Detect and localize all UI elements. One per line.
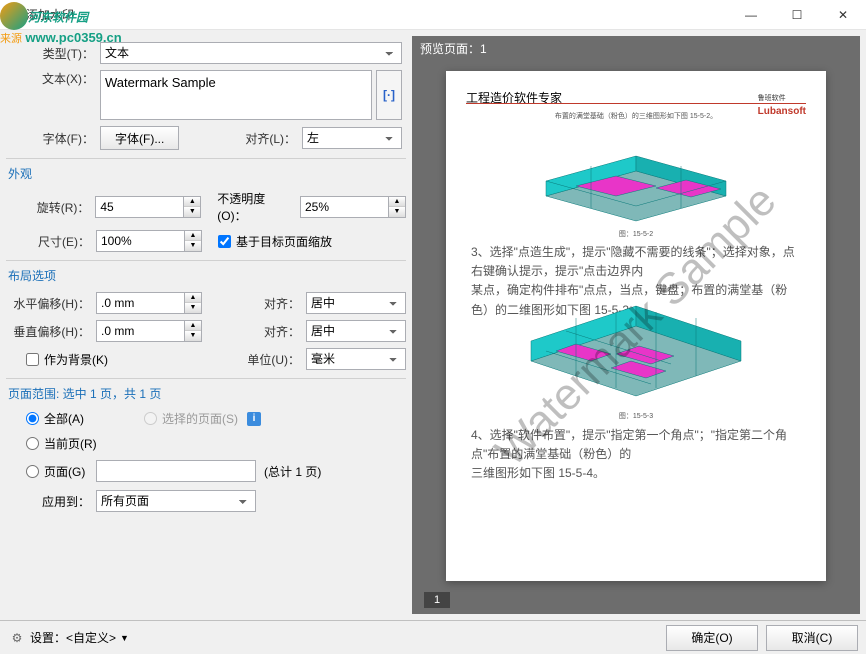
size-input[interactable] <box>96 230 184 252</box>
applyto-label: 应用到： <box>26 493 96 510</box>
opacity-up[interactable]: ▲ <box>389 197 405 207</box>
info-icon[interactable]: i <box>247 412 261 426</box>
background-checkbox-label: 作为背景(K) <box>44 351 108 368</box>
footer-bar: ⚙ 设置：<自定义> ▼ 确定(O) 取消(C) <box>0 620 866 654</box>
hoffset-input[interactable] <box>96 292 184 314</box>
rotate-input[interactable] <box>95 196 183 218</box>
background-checkbox[interactable]: 作为背景(K) <box>26 351 108 368</box>
pagerange-section-title: 页面范围: 选中 1 页，共 1 页 <box>6 385 406 402</box>
font-button[interactable]: 字体(F)... <box>100 126 179 150</box>
size-up[interactable]: ▲ <box>185 231 201 241</box>
radio-pages[interactable]: 页面(G) <box>26 463 96 480</box>
layout-section-title: 布局选项 <box>6 267 406 284</box>
align-label: 对齐(L)： <box>232 130 302 147</box>
font-label: 字体(F)： <box>10 130 100 147</box>
scale-checkbox[interactable]: 基于目标页面缩放 <box>218 233 332 250</box>
cancel-button[interactable]: 取消(C) <box>766 625 858 651</box>
watermark-text-input[interactable]: Watermark Sample <box>100 70 372 120</box>
size-label: 尺寸(E)： <box>6 233 96 250</box>
ok-button[interactable]: 确定(O) <box>666 625 758 651</box>
valign-select[interactable]: 居中 <box>306 320 406 342</box>
opacity-label: 不透明度(O)： <box>217 190 300 224</box>
close-button[interactable]: ✕ <box>820 0 866 30</box>
figure-1 <box>526 126 746 226</box>
app-icon <box>4 7 20 23</box>
size-down[interactable]: ▼ <box>185 241 201 251</box>
minimize-button[interactable]: — <box>728 0 774 30</box>
rotate-up[interactable]: ▲ <box>184 197 200 207</box>
rotate-spinner[interactable]: ▲▼ <box>95 196 201 218</box>
opacity-spinner[interactable]: ▲▼ <box>300 196 406 218</box>
doc-divider <box>466 103 806 104</box>
rotate-label: 旋转(R)： <box>6 199 95 216</box>
applyto-select[interactable]: 所有页面 <box>96 490 256 512</box>
opacity-down[interactable]: ▼ <box>389 207 405 217</box>
unit-select[interactable]: 毫米 <box>306 348 406 370</box>
window-title: 添加水印 <box>26 6 74 23</box>
preview-page: 工程造价软件专家 鲁班软件Lubansoft 布置的满堂基础（粉色）的三维图形如… <box>446 71 826 581</box>
preview-area: 工程造价软件专家 鲁班软件Lubansoft 布置的满堂基础（粉色）的三维图形如… <box>412 61 860 614</box>
voffset-label: 垂直偏移(H)： <box>6 323 96 340</box>
title-bar: 添加水印 — ☐ ✕ <box>0 0 866 30</box>
settings-chevron-icon[interactable]: ▼ <box>120 633 129 643</box>
valign-label: 对齐： <box>236 323 306 340</box>
hoffset-label: 水平偏移(H)： <box>6 295 96 312</box>
radio-selected: 选择的页面(S) i <box>144 410 261 427</box>
preview-header: 预览页面：1 <box>412 36 860 61</box>
hoffset-spinner[interactable]: ▲▼ <box>96 292 202 314</box>
radio-all[interactable]: 全部(A) <box>26 410 84 427</box>
type-label: 类型(T)： <box>10 45 100 62</box>
scale-checkbox-label: 基于目标页面缩放 <box>236 233 332 250</box>
page-number-badge: 1 <box>424 592 450 608</box>
type-select[interactable]: 文本 <box>100 42 402 64</box>
background-checkbox-input[interactable] <box>26 353 39 366</box>
halign-select[interactable]: 居中 <box>306 292 406 314</box>
voffset-spinner[interactable]: ▲▼ <box>96 320 202 342</box>
voffset-input[interactable] <box>96 320 184 342</box>
pages-input[interactable] <box>96 460 256 482</box>
text-label: 文本(X)： <box>10 70 100 87</box>
preview-panel: 预览页面：1 工程造价软件专家 鲁班软件Lubansoft 布置的满堂基础（粉色… <box>412 36 860 614</box>
opacity-input[interactable] <box>300 196 388 218</box>
insert-variable-button[interactable]: [·] <box>376 70 402 120</box>
scale-checkbox-input[interactable] <box>218 235 231 248</box>
radio-current[interactable]: 当前页(R) <box>26 435 406 452</box>
align-select[interactable]: 左 <box>302 127 402 149</box>
rotate-down[interactable]: ▼ <box>184 207 200 217</box>
appearance-section-title: 外观 <box>6 165 406 182</box>
maximize-button[interactable]: ☐ <box>774 0 820 30</box>
settings-panel: 类型(T)： 文本 文本(X)： Watermark Sample [·] 字体… <box>6 36 406 614</box>
settings-label[interactable]: 设置：<自定义> <box>30 629 116 646</box>
gear-icon[interactable]: ⚙ <box>8 629 26 647</box>
unit-label: 单位(U)： <box>236 351 306 368</box>
total-pages-label: (总计 1 页) <box>264 463 321 480</box>
halign-label: 对齐： <box>236 295 306 312</box>
size-spinner[interactable]: ▲▼ <box>96 230 202 252</box>
